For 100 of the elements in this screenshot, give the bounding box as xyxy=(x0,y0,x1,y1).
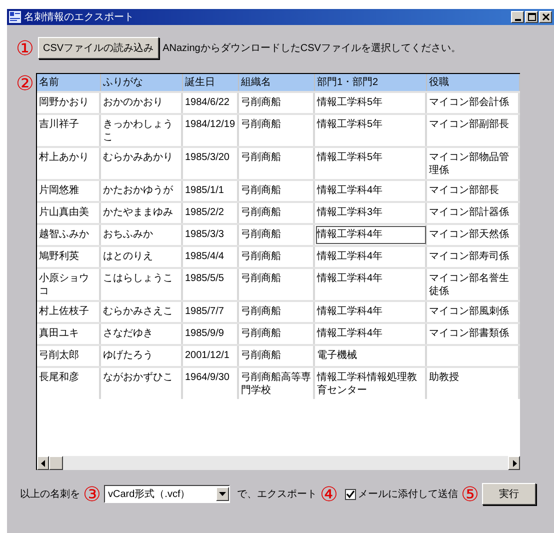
table-cell: おちふみか xyxy=(101,225,183,245)
table-cell: 情報工学科5年 xyxy=(315,93,427,113)
table-cell: ながおかずひこ xyxy=(101,368,183,399)
table-cell: 情報工学科4年 xyxy=(315,225,427,245)
table-cell: 電子機械 xyxy=(315,346,427,366)
table-cell: 1984/12/19 xyxy=(183,115,239,146)
table-cell: 1985/1/1 xyxy=(183,181,239,201)
table-cell: マイコン部計器係 xyxy=(427,203,520,223)
table-cell: 1985/3/3 xyxy=(183,225,239,245)
table-cell: 片山真由美 xyxy=(37,203,101,223)
table-cell: 岡野かおり xyxy=(37,93,101,113)
step-number-annotation: ③ xyxy=(83,484,101,504)
table-cell: 1984/6/22 xyxy=(183,93,239,113)
table-cell: 情報工学科4年 xyxy=(315,269,427,300)
window-title: 名刺情報のエクスポート xyxy=(24,10,134,24)
table-cell: マイコン部名誉生徒係 xyxy=(427,269,520,300)
dropdown-arrow-icon xyxy=(219,492,226,496)
table-cell: 弓削商船 xyxy=(239,225,315,245)
table-cell: 村上あかり xyxy=(37,148,101,179)
table-cell: 情報工学科情報処理教育センター xyxy=(315,368,427,399)
table-cell: はとのりえ xyxy=(101,247,183,267)
close-icon xyxy=(542,13,550,21)
table-cell: 情報工学科4年 xyxy=(315,324,427,344)
table-cell: 弓削商船 xyxy=(239,269,315,300)
table-cell: 弓削商船 xyxy=(239,346,315,366)
table-cell: マイコン部部長 xyxy=(427,181,520,201)
table-cell: 弓削商船高等専門学校 xyxy=(239,368,315,399)
step-number-annotation: ⑤ xyxy=(461,484,480,504)
table-cell: 助教授 xyxy=(427,368,520,399)
maximize-button[interactable] xyxy=(525,11,538,23)
table-cell: 情報工学科4年 xyxy=(315,181,427,201)
table-cell: 弓削太郎 xyxy=(37,346,101,366)
minimize-button[interactable] xyxy=(511,11,524,23)
table-cell: 1985/4/4 xyxy=(183,247,239,267)
column-header[interactable]: 部門1・部門2 xyxy=(315,74,427,91)
table-cell: 情報工学科5年 xyxy=(315,115,427,146)
table-cell: 情報工学科4年 xyxy=(315,302,427,322)
table-cell: 2001/12/1 xyxy=(183,346,239,366)
column-header[interactable]: ふりがな xyxy=(101,74,183,91)
table-cell: 弓削商船 xyxy=(239,115,315,146)
table-cell: 小原ショウコ xyxy=(37,269,101,300)
table-cell: 弓削商船 xyxy=(239,302,315,322)
run-button[interactable]: 実行 xyxy=(482,483,536,505)
table-cell: 1985/7/7 xyxy=(183,302,239,322)
export-label: 以上の名刺を xyxy=(20,488,80,501)
load-csv-button[interactable]: CSVファイルの読み込み xyxy=(38,37,159,59)
table-cell: むらかみあかり xyxy=(101,148,183,179)
table-cell: 1985/3/20 xyxy=(183,148,239,179)
column-header[interactable]: 組織名 xyxy=(239,74,315,91)
table-cell: ゆげたろう xyxy=(101,346,183,366)
table-cell: きっかわしょうこ xyxy=(101,115,183,146)
table-cell: 1985/5/5 xyxy=(183,269,239,300)
table-cell: 情報工学科4年 xyxy=(315,247,427,267)
table-cell: マイコン部天然係 xyxy=(427,225,520,245)
step-number-annotation: ② xyxy=(16,73,34,93)
horizontal-scrollbar[interactable] xyxy=(37,456,520,470)
column-header[interactable]: 名前 xyxy=(37,74,101,91)
table-cell: 鳩野利英 xyxy=(37,247,101,267)
table-cell: 1964/9/30 xyxy=(183,368,239,399)
table-cell: マイコン部会計係 xyxy=(427,93,520,113)
column-header[interactable]: 役職 xyxy=(427,74,520,91)
format-dropdown[interactable]: vCard形式（.vcf） xyxy=(104,485,230,503)
scroll-left-icon xyxy=(40,460,46,466)
table-cell: おかのかおり xyxy=(101,93,183,113)
mail-checkbox-label: メールに添付して送信 xyxy=(358,488,458,501)
table-cell: マイコン部寿司係 xyxy=(427,247,520,267)
table-cell: 村上佐枝子 xyxy=(37,302,101,322)
mail-checkbox[interactable] xyxy=(345,488,356,500)
table-cell: 弓削商船 xyxy=(239,93,315,113)
export-suffix-label: で、エクスポート xyxy=(237,488,318,501)
table-cell: マイコン部副部長 xyxy=(427,115,520,146)
table-cell: 片岡悠雅 xyxy=(37,181,101,201)
table-cell: 真田ユキ xyxy=(37,324,101,344)
table-cell: こはらしょうこ xyxy=(101,269,183,300)
table-cell: 越智ふみか xyxy=(37,225,101,245)
table-cell: 情報工学科5年 xyxy=(315,148,427,179)
scrollbar-thumb[interactable] xyxy=(49,456,63,470)
table-cell: マイコン部書類係 xyxy=(427,324,520,344)
table-cell: さなだゆき xyxy=(101,324,183,344)
table-cell: マイコン部物品管理係 xyxy=(427,148,520,179)
table-cell: 弓削商船 xyxy=(239,181,315,201)
table-cell: 1985/9/9 xyxy=(183,324,239,344)
table-cell: 長尾和彦 xyxy=(37,368,101,399)
close-button[interactable] xyxy=(539,11,552,23)
table-cell: かたおかゆうが xyxy=(101,181,183,201)
table-cell: 吉川祥子 xyxy=(37,115,101,146)
app-icon xyxy=(9,11,21,23)
table-cell: むらかみさえこ xyxy=(101,302,183,322)
table-cell: 弓削商船 xyxy=(239,203,315,223)
table-cell: かたやままゆみ xyxy=(101,203,183,223)
instruction-text: ANazingからダウンロードしたCSVファイルを選択してください。 xyxy=(162,42,461,55)
step-number-annotation: ④ xyxy=(320,484,338,504)
column-header[interactable]: 誕生日 xyxy=(183,74,239,91)
table-cell: 弓削商船 xyxy=(239,148,315,179)
table-cell: 情報工学科3年 xyxy=(315,203,427,223)
table-cell: 弓削商船 xyxy=(239,247,315,267)
table-cell: 弓削商船 xyxy=(239,324,315,344)
table-cell: マイコン部風刺係 xyxy=(427,302,520,322)
table-cell: 1985/2/2 xyxy=(183,203,239,223)
maximize-icon xyxy=(528,13,536,21)
